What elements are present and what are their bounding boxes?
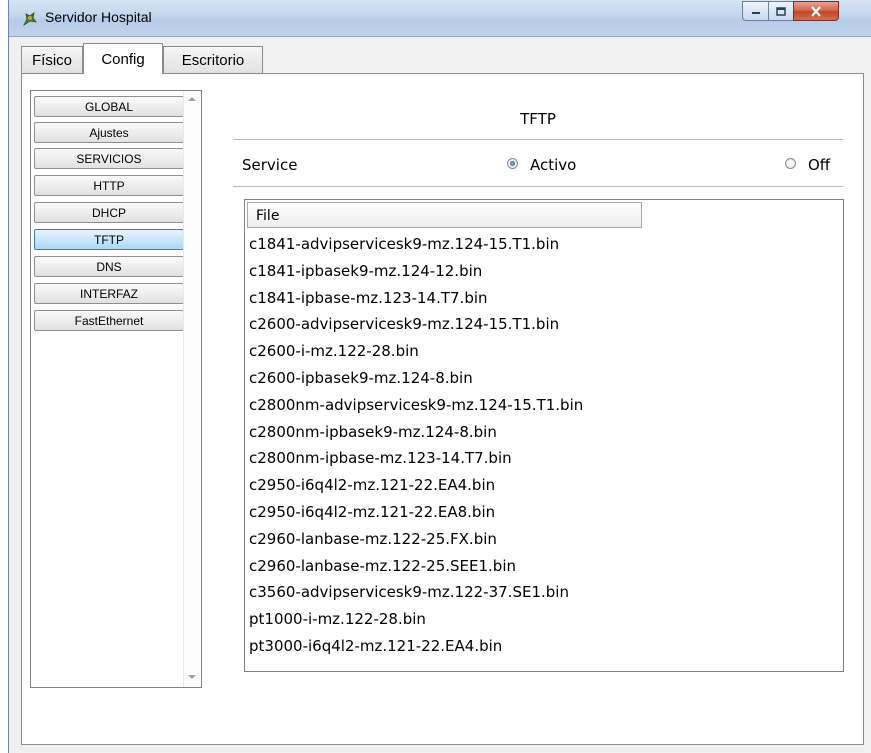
config-sidebar: GLOBAL Ajustes SERVICIOS HTTP DHCP TFTP … [30,90,202,688]
window-title: Servidor Hospital [45,9,152,25]
file-list-item[interactable]: c1841-advipservicesk9-mz.124-15.T1.bin [249,235,559,253]
service-on-label[interactable]: Activo [530,156,576,174]
file-list-item[interactable]: c2960-lanbase-mz.122-25.FX.bin [249,530,497,548]
divider [233,139,843,140]
file-list-item[interactable]: c1841-ipbasek9-mz.124-12.bin [249,262,482,280]
file-list-item[interactable]: c2800nm-ipbasek9-mz.124-8.bin [249,423,497,441]
file-list-item[interactable]: c2800nm-ipbase-mz.123-14.T7.bin [249,449,512,467]
cisco-server-icon [22,12,37,27]
divider [233,186,843,187]
sidebar-item-global[interactable]: GLOBAL [34,96,184,117]
file-list-item[interactable]: c2600-i-mz.122-28.bin [249,342,419,360]
file-list-item[interactable]: pt3000-i6q4l2-mz.121-22.EA4.bin [249,637,502,655]
sidebar-item-fastethernet[interactable]: FastEthernet [34,310,184,331]
sidebar-item-servicios[interactable]: SERVICIOS [34,148,184,169]
page-title: TFTP [520,110,556,128]
file-list-item[interactable]: c2950-i6q4l2-mz.121-22.EA8.bin [249,503,495,521]
minimize-icon [751,12,760,14]
sidebar-item-tftp[interactable]: TFTP [34,229,184,250]
title-bar[interactable]: Servidor Hospital [9,0,871,37]
file-list-item[interactable]: c3560-advipservicesk9-mz.122-37.SE1.bin [249,583,569,601]
file-list-item[interactable]: c2950-i6q4l2-mz.121-22.EA4.bin [249,476,495,494]
tab-escritorio[interactable]: Escritorio [163,46,263,73]
close-icon [811,5,821,17]
file-list[interactable]: File c1841-advipservicesk9-mz.124-15.T1.… [244,199,844,672]
file-list-item[interactable]: c1841-ipbase-mz.123-14.T7.bin [249,289,488,307]
sidebar-item-ajustes[interactable]: Ajustes [34,122,184,143]
tab-config[interactable]: Config [83,43,163,74]
file-list-item[interactable]: c2960-lanbase-mz.122-25.SEE1.bin [249,557,516,575]
file-list-item[interactable]: c2800nm-advipservicesk9-mz.124-15.T1.bin [249,396,583,414]
scroll-up-arrow-icon[interactable] [188,97,196,101]
scroll-down-arrow-icon[interactable] [188,675,196,679]
sidebar-item-dns[interactable]: DNS [34,256,184,277]
service-off-label[interactable]: Off [808,156,830,174]
close-button[interactable] [793,1,839,21]
file-list-item[interactable]: c2600-advipservicesk9-mz.124-15.T1.bin [249,315,559,333]
sidebar-scrollbar[interactable] [183,91,201,687]
service-off-radio[interactable] [785,158,796,169]
sidebar-item-dhcp[interactable]: DHCP [34,202,184,223]
maximize-icon [776,6,786,16]
minimize-button[interactable] [742,1,769,21]
maximize-button[interactable] [768,1,794,21]
file-list-item[interactable]: pt1000-i-mz.122-28.bin [249,610,426,628]
service-label: Service [242,156,298,174]
sidebar-item-interfaz[interactable]: INTERFAZ [34,283,184,304]
sidebar-item-http[interactable]: HTTP [34,175,184,196]
tab-fisico[interactable]: Físico [21,46,83,73]
file-list-item[interactable]: c2600-ipbasek9-mz.124-8.bin [249,369,473,387]
file-column-header[interactable]: File [247,202,642,228]
service-on-radio[interactable] [507,158,518,169]
